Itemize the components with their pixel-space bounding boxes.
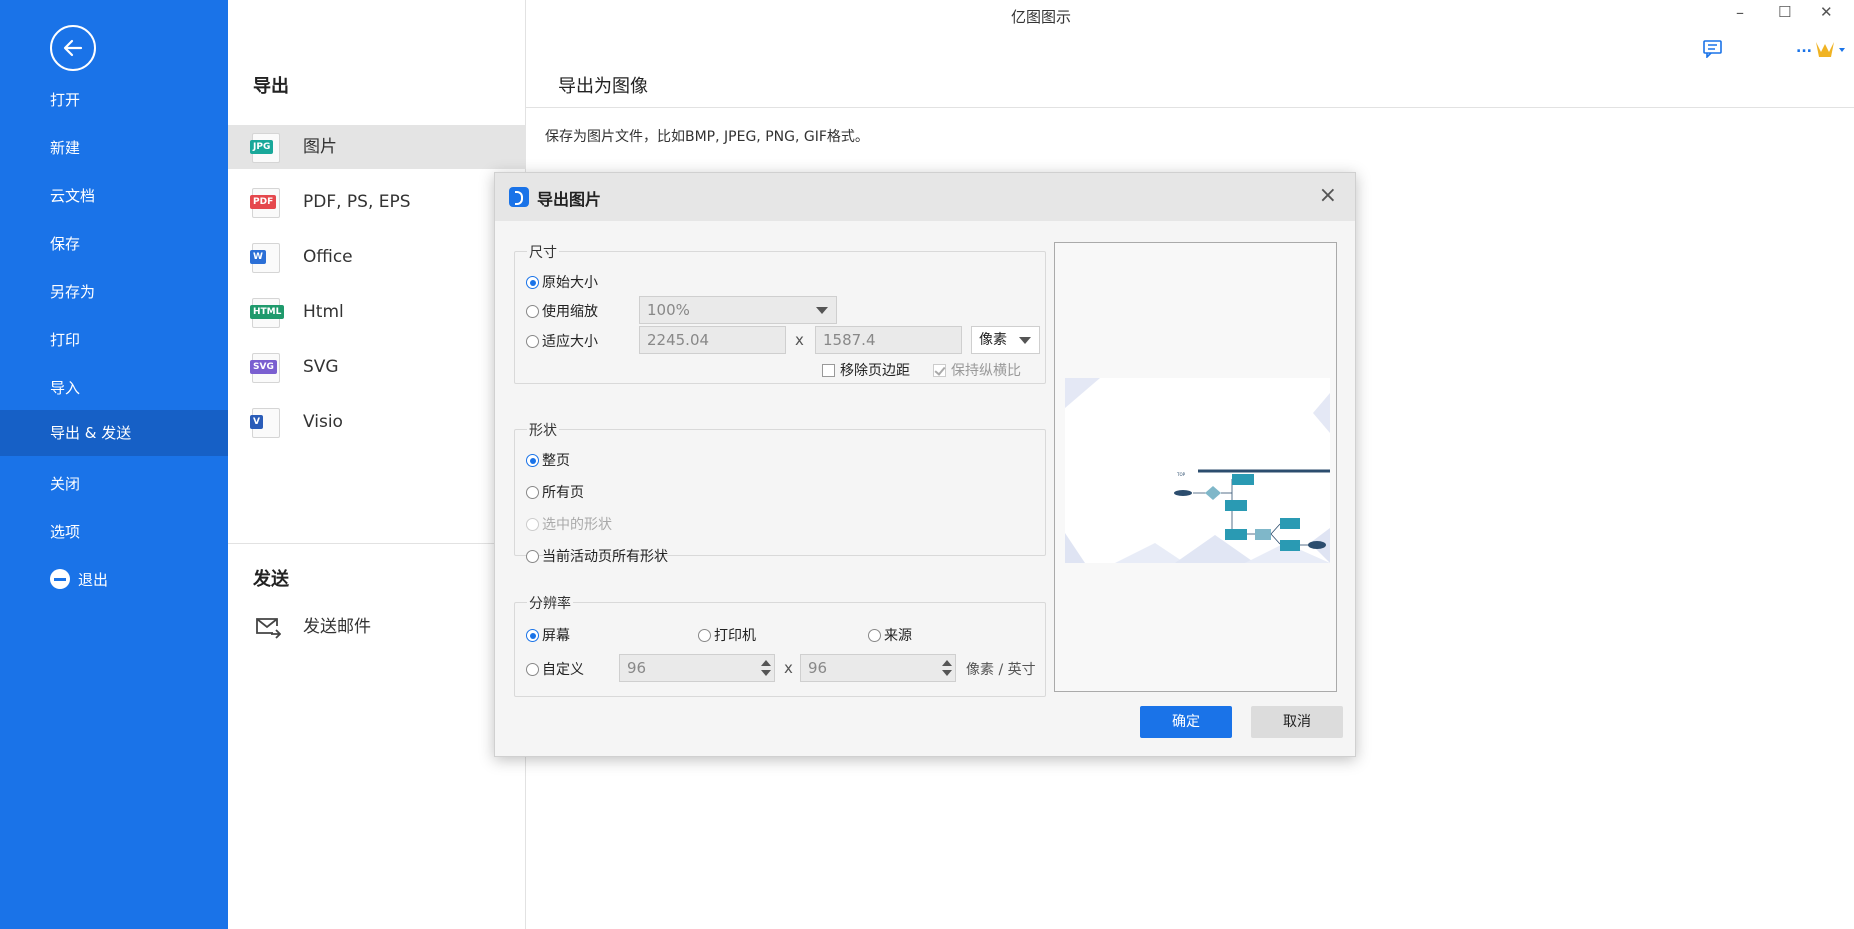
radio-selected-shapes[interactable]: 选中的形状 xyxy=(526,514,612,534)
format-label: Office xyxy=(303,247,353,267)
radio-source[interactable]: 来源 xyxy=(868,625,912,645)
spin-up-icon xyxy=(942,660,952,666)
format-item-svg[interactable]: SVG SVG xyxy=(228,345,526,389)
format-item-office[interactable]: W Office xyxy=(228,235,526,279)
export-preview: TOP xyxy=(1054,242,1337,692)
radio-current-page-shapes[interactable]: 当前活动页所有形状 xyxy=(526,546,668,566)
format-label: Visio xyxy=(303,412,343,432)
dialog-header: 导出图片 × xyxy=(495,173,1355,221)
size-group: 尺寸 原始大小 使用缩放 100% 适应大小 2245.04 x 1587.4 … xyxy=(514,242,1046,384)
format-label: Html xyxy=(303,302,344,322)
cancel-button[interactable]: 取消 xyxy=(1251,706,1343,738)
height-input[interactable]: 1587.4 xyxy=(815,326,962,354)
radio-screen[interactable]: 屏幕 xyxy=(526,625,570,645)
radio-use-scale[interactable]: 使用缩放 xyxy=(526,301,598,321)
sidebar-item-save-as[interactable]: 另存为 xyxy=(0,269,228,315)
html-file-icon: HTML xyxy=(250,298,285,328)
format-item-visio[interactable]: V Visio xyxy=(228,400,526,444)
dialog-title: 导出图片 xyxy=(537,190,602,209)
sidebar-item-close[interactable]: 关闭 xyxy=(0,461,228,507)
size-legend: 尺寸 xyxy=(527,242,559,262)
section-divider xyxy=(228,543,526,544)
app-logo-icon xyxy=(509,187,529,207)
export-section-title: 导出 xyxy=(253,76,289,97)
sidebar: 打开 新建 云文档 保存 另存为 打印 导入 导出 & 发送 关闭 选项 退出 xyxy=(0,0,228,929)
sidebar-item-exit[interactable]: 退出 xyxy=(0,557,228,603)
export-image-dialog: 导出图片 × 尺寸 原始大小 使用缩放 100% 适应大小 2245.04 x … xyxy=(494,172,1356,757)
send-email-item[interactable]: 发送邮件 xyxy=(228,605,526,649)
svg-text:TOP: TOP xyxy=(1176,472,1186,477)
width-input[interactable]: 2245.04 xyxy=(639,326,786,354)
sidebar-item-new[interactable]: 新建 xyxy=(0,125,228,171)
dpi-x-input[interactable]: 96 xyxy=(619,654,775,682)
jpg-file-icon: JPG xyxy=(250,133,280,163)
checkbox-keep-ratio[interactable]: 保持纵横比 xyxy=(933,360,1021,380)
radio-custom[interactable]: 自定义 xyxy=(526,659,584,679)
sidebar-item-options[interactable]: 选项 xyxy=(0,509,228,555)
spin-down-icon xyxy=(761,670,771,676)
sidebar-item-import[interactable]: 导入 xyxy=(0,365,228,411)
send-email-label: 发送邮件 xyxy=(303,617,371,637)
dpi-unit-label: 像素 / 英寸 xyxy=(966,662,1036,678)
radio-original-size[interactable]: 原始大小 xyxy=(526,272,598,292)
spin-up-icon xyxy=(761,660,771,666)
pdf-file-icon: PDF xyxy=(250,188,280,218)
format-item-image[interactable]: JPG 图片 xyxy=(228,125,526,169)
format-label: PDF, PS, EPS xyxy=(303,192,411,212)
mail-send-icon xyxy=(256,618,281,639)
resolution-legend: 分辨率 xyxy=(527,593,573,613)
send-section-title: 发送 xyxy=(253,569,289,590)
dpi-x-separator: x xyxy=(784,659,793,677)
shape-group: 形状 整页 所有页 选中的形状 当前活动页所有形状 xyxy=(514,420,1046,565)
shape-legend: 形状 xyxy=(527,420,559,440)
sidebar-item-cloud[interactable]: 云文档 xyxy=(0,173,228,219)
radio-fit-size[interactable]: 适应大小 xyxy=(526,331,598,351)
dpi-y-input[interactable]: 96 xyxy=(800,654,956,682)
resolution-group: 分辨率 屏幕 打印机 来源 自定义 96 x 96 像素 / 英寸 xyxy=(514,593,1046,697)
back-button[interactable] xyxy=(50,25,96,71)
content-description: 保存为图片文件，比如BMP, JPEG, PNG, GIF格式。 xyxy=(545,129,869,145)
content-header: 导出为图像 xyxy=(526,0,1854,108)
spin-down-icon xyxy=(942,670,952,676)
radio-printer[interactable]: 打印机 xyxy=(698,625,756,645)
sidebar-item-export-send[interactable]: 导出 & 发送 xyxy=(0,410,228,456)
radio-whole-page[interactable]: 整页 xyxy=(526,450,570,470)
sidebar-item-print[interactable]: 打印 xyxy=(0,317,228,363)
size-x-separator: x xyxy=(795,331,804,349)
format-item-pdf[interactable]: PDF PDF, PS, EPS xyxy=(228,180,526,224)
format-label: SVG xyxy=(303,357,339,377)
scale-select[interactable]: 100% xyxy=(639,296,837,324)
unit-select[interactable]: 像素 xyxy=(971,326,1040,354)
arrow-left-icon xyxy=(63,39,83,57)
exit-icon xyxy=(50,569,70,589)
chevron-down-icon xyxy=(816,307,828,314)
format-item-html[interactable]: HTML Html xyxy=(228,290,526,334)
content-title: 导出为图像 xyxy=(558,76,648,97)
radio-all-pages[interactable]: 所有页 xyxy=(526,482,584,502)
svg-file-icon: SVG xyxy=(250,353,280,383)
word-file-icon: W xyxy=(250,243,280,273)
chevron-down-icon xyxy=(1019,337,1031,344)
exit-label: 退出 xyxy=(78,571,109,589)
ok-button[interactable]: 确定 xyxy=(1140,706,1232,738)
sidebar-item-save[interactable]: 保存 xyxy=(0,221,228,267)
sidebar-item-open[interactable]: 打开 xyxy=(0,77,228,123)
checkbox-remove-margin[interactable]: 移除页边距 xyxy=(822,360,910,380)
diagram-preview-thumbnail: TOP xyxy=(1065,378,1330,563)
dialog-close-button[interactable]: × xyxy=(1319,185,1337,207)
visio-file-icon: V xyxy=(250,408,280,438)
export-format-panel: 导出 JPG 图片 PDF PDF, PS, EPS W Office HTML… xyxy=(228,0,526,929)
format-label: 图片 xyxy=(303,137,337,157)
